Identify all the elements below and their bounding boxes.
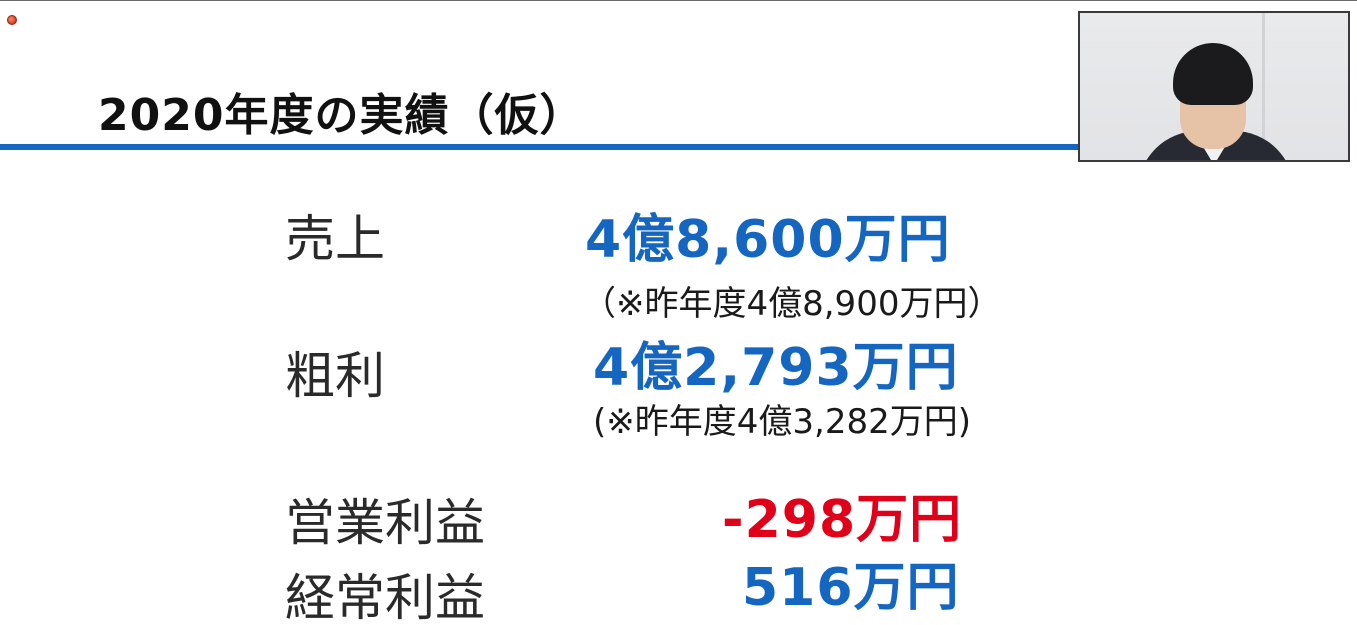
operating-profit-value: -298万円 bbox=[722, 490, 963, 550]
operating-profit-label: 営業利益 bbox=[285, 494, 485, 552]
ordinary-profit-label: 経常利益 bbox=[285, 569, 485, 625]
sales-note: （※昨年度4億8,900万円） bbox=[582, 284, 1002, 324]
sales-value: 4億8,600万円 bbox=[585, 210, 951, 270]
sales-label: 売上 bbox=[285, 210, 385, 268]
slide-title: 2020年度の実績（仮） bbox=[98, 90, 585, 141]
ordinary-profit-value: 516万円 bbox=[742, 558, 960, 618]
gross-profit-note: (※昨年度4億3,282万円) bbox=[593, 402, 971, 442]
slide-canvas: 2020年度の実績（仮） 売上 4億8,600万円 （※昨年度4億8,900万円… bbox=[0, 0, 1357, 625]
gross-profit-label: 粗利 bbox=[285, 347, 385, 405]
presenter-video[interactable] bbox=[1078, 11, 1350, 162]
record-dot-icon bbox=[7, 15, 17, 25]
presenter-hair bbox=[1173, 43, 1253, 105]
gross-profit-value: 4億2,793万円 bbox=[593, 338, 959, 398]
title-underline bbox=[0, 144, 1080, 150]
